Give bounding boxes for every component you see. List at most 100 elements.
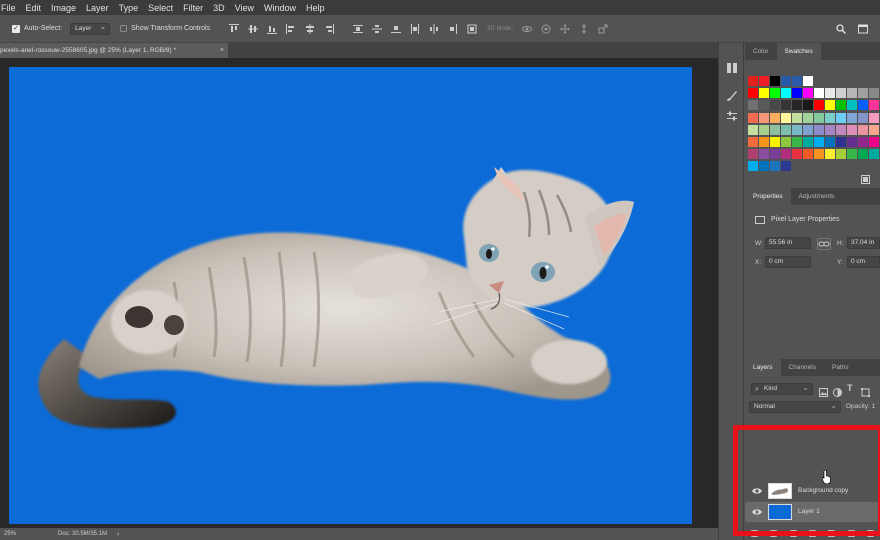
blend-mode-dropdown[interactable]: Normal ⌄ [749, 401, 841, 413]
color-swatch[interactable] [836, 112, 846, 123]
document-canvas[interactable] [9, 67, 692, 524]
menu-file[interactable]: File [0, 3, 21, 13]
color-swatch[interactable] [847, 149, 857, 160]
color-swatch[interactable] [847, 88, 857, 99]
color-swatch[interactable] [759, 76, 769, 86]
color-swatch[interactable] [792, 149, 802, 160]
distribute-left-icon[interactable] [410, 23, 420, 34]
color-swatch[interactable] [792, 76, 802, 86]
filter-type-icon[interactable]: T [847, 384, 856, 393]
distribute-bottom-icon[interactable] [391, 24, 402, 34]
color-swatch[interactable] [803, 112, 813, 123]
color-swatch[interactable] [814, 100, 824, 111]
color-swatch[interactable] [792, 112, 802, 123]
color-swatch[interactable] [748, 149, 758, 160]
layer-filter-kind-dropdown[interactable]: ⌕ Kind ⌄ [751, 383, 813, 395]
color-swatch[interactable] [781, 112, 791, 123]
color-swatch[interactable] [781, 100, 791, 111]
color-swatch[interactable] [770, 88, 780, 99]
color-swatch[interactable] [858, 88, 868, 99]
color-swatch[interactable] [869, 124, 879, 135]
color-swatch[interactable] [847, 124, 857, 135]
workspace-switcher-icon[interactable] [858, 24, 868, 34]
color-swatch[interactable] [847, 112, 857, 123]
color-swatch[interactable] [748, 124, 758, 135]
3d-scale-icon[interactable] [598, 24, 608, 34]
color-swatch[interactable] [803, 149, 813, 160]
x-field[interactable]: 0 cm [765, 256, 811, 268]
color-swatch[interactable] [814, 136, 824, 147]
new-group-icon[interactable] [828, 529, 836, 537]
color-swatch[interactable] [781, 149, 791, 160]
color-swatch[interactable] [836, 100, 846, 111]
color-swatch[interactable] [858, 149, 868, 160]
menu-view[interactable]: View [230, 3, 259, 13]
color-swatch[interactable] [748, 88, 758, 99]
tab-paths[interactable]: Paths [824, 359, 857, 376]
color-swatch[interactable] [869, 112, 879, 123]
color-swatch[interactable] [836, 88, 846, 99]
distribute-vcenter-icon[interactable] [372, 24, 383, 34]
auto-align-icon[interactable] [467, 24, 477, 34]
color-swatch[interactable] [770, 149, 780, 160]
color-swatch[interactable] [748, 136, 758, 147]
color-swatch[interactable] [814, 88, 824, 99]
color-swatch[interactable] [814, 149, 824, 160]
color-swatch[interactable] [836, 136, 846, 147]
filter-shape-icon[interactable] [861, 384, 870, 397]
menu-select[interactable]: Select [143, 3, 178, 13]
brush-icon[interactable] [726, 89, 738, 101]
color-swatch[interactable] [836, 149, 846, 160]
auto-select-checkbox[interactable]: ✓ [12, 24, 20, 33]
color-swatch[interactable] [869, 136, 879, 147]
link-layers-icon[interactable] [751, 529, 759, 537]
height-field[interactable]: 37.04 in [847, 237, 880, 249]
color-swatch[interactable] [759, 100, 769, 111]
color-swatch[interactable] [748, 112, 758, 123]
new-layer-icon[interactable] [847, 529, 855, 537]
color-swatch[interactable] [814, 112, 824, 123]
color-swatch[interactable] [858, 136, 868, 147]
menu-edit[interactable]: Edit [21, 3, 47, 13]
menu-window[interactable]: Window [259, 3, 301, 13]
color-swatch[interactable] [869, 100, 879, 111]
align-bottom-icon[interactable] [267, 24, 278, 34]
filter-adjustment-icon[interactable] [833, 384, 842, 397]
color-swatch[interactable] [748, 76, 758, 86]
color-swatch[interactable] [847, 136, 857, 147]
3d-roll-icon[interactable] [541, 24, 551, 34]
zoom-level[interactable]: 25% [4, 531, 34, 537]
search-icon[interactable] [836, 24, 846, 34]
link-dimensions-icon[interactable] [817, 238, 831, 250]
menu-3d[interactable]: 3D [208, 3, 230, 13]
color-swatch[interactable] [759, 88, 769, 99]
color-swatch[interactable] [825, 88, 835, 99]
opacity-label[interactable]: Opacity: 1 [846, 403, 875, 410]
color-swatch[interactable] [748, 100, 758, 111]
color-swatch[interactable] [781, 88, 791, 99]
color-swatch[interactable] [825, 124, 835, 135]
color-swatch[interactable] [803, 76, 813, 86]
tab-color[interactable]: Color [745, 43, 777, 60]
color-swatch[interactable] [792, 136, 802, 147]
color-swatch[interactable] [858, 100, 868, 111]
align-right-icon[interactable] [324, 23, 335, 34]
color-swatch[interactable] [781, 76, 791, 86]
document-workspace[interactable] [0, 58, 718, 528]
color-swatch[interactable] [858, 124, 868, 135]
color-swatch[interactable] [770, 100, 780, 111]
menu-image[interactable]: Image [46, 3, 81, 13]
color-swatch[interactable] [792, 124, 802, 135]
color-swatch[interactable] [770, 136, 780, 147]
align-top-icon[interactable] [229, 23, 240, 34]
width-field[interactable]: 55.56 in [765, 237, 811, 249]
y-field[interactable]: 0 cm [847, 256, 880, 268]
color-swatch[interactable] [825, 136, 835, 147]
color-swatch[interactable] [792, 88, 802, 99]
3d-slide-icon[interactable] [579, 23, 589, 34]
adjustment-sliders-icon[interactable] [726, 109, 738, 121]
delete-layer-icon[interactable] [866, 529, 874, 537]
visibility-eye-icon[interactable] [752, 508, 762, 516]
color-swatch[interactable] [803, 100, 813, 111]
color-swatch[interactable] [781, 124, 791, 135]
